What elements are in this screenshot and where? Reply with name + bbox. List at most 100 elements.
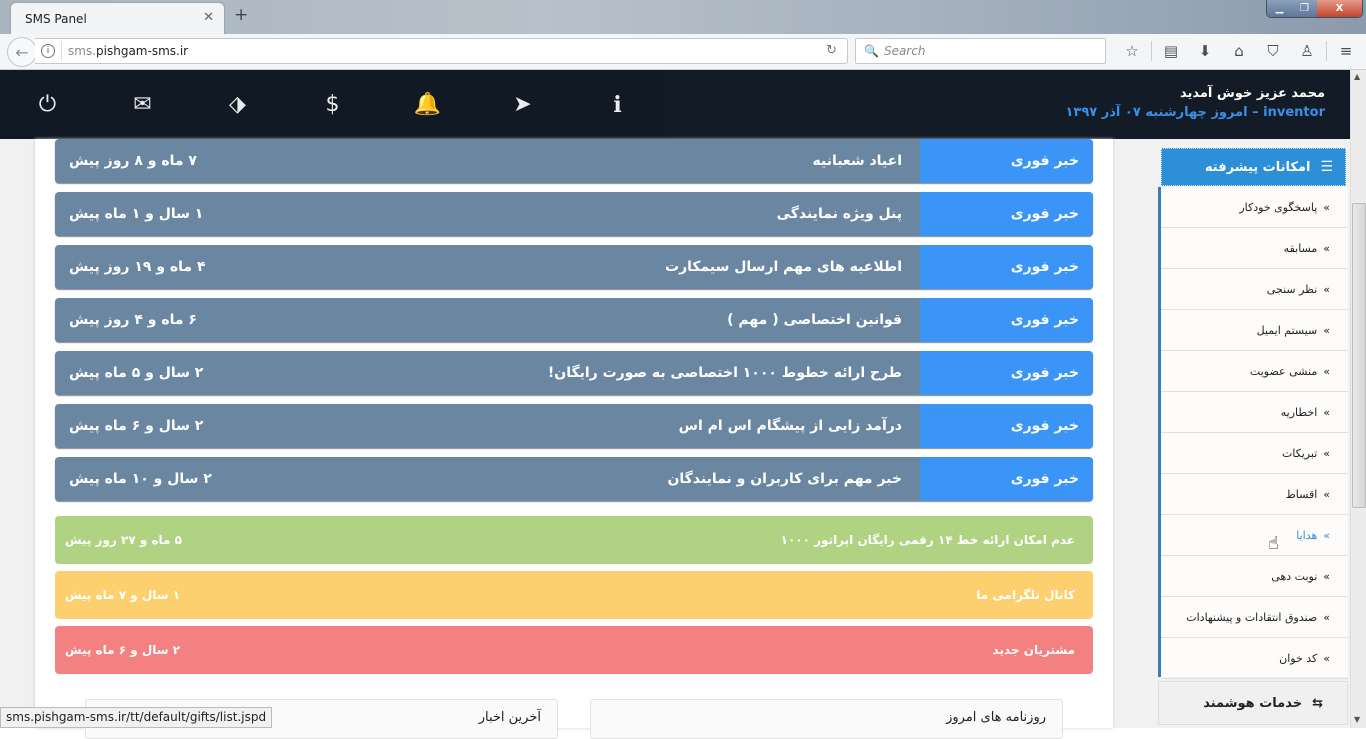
mail-icon[interactable]: ✉ — [95, 92, 190, 117]
panel-title: آخرین اخبار — [478, 710, 541, 725]
scroll-thumb[interactable] — [1352, 203, 1366, 508]
news-tag: خبر فوری — [920, 139, 1093, 183]
news-row[interactable]: خبر فوری خبر مهم برای کاربران و نمایندگا… — [55, 457, 1093, 501]
news-row[interactable]: خبر فوری قوانین اختصاصی ( مهم ) ۶ ماه و … — [55, 298, 1093, 342]
username-link[interactable]: inventor — [1263, 105, 1325, 120]
news-row[interactable]: خبر فوری پنل ویژه نمایندگی ۱ سال و ۱ ماه… — [55, 192, 1093, 236]
alert-title[interactable]: عدم امکان ارائه خط ۱۴ رقمی رایگان اپراتو… — [781, 533, 1075, 547]
sidebar-item-label: سیستم ایمیل — [1256, 323, 1318, 337]
news-row[interactable]: خبر فوری اطلاعیه های مهم ارسال سیمکارت ۴… — [55, 245, 1093, 289]
list-icon: ☰ — [1320, 159, 1333, 175]
alert-row-danger[interactable]: مشتریان جدید ۲ سال و ۶ ماه پیش — [55, 626, 1093, 674]
sidebar-item-installments[interactable]: » اقساط — [1161, 474, 1348, 515]
reading-list-icon[interactable]: ▤ — [1154, 42, 1188, 60]
info-icon[interactable]: i — [570, 92, 665, 118]
home-icon[interactable]: ⌂ — [1222, 42, 1256, 60]
minimize-button[interactable]: ▁ — [1267, 0, 1292, 17]
info-icon[interactable]: i — [41, 44, 55, 58]
news-row[interactable]: خبر فوری طرح ارائه خطوط ۱۰۰۰ اختصاصی به … — [55, 351, 1093, 395]
news-title[interactable]: پنل ویژه نمایندگی — [203, 192, 920, 236]
welcome-block: محمد عزیز خوش آمدید inventor – امروز چها… — [1066, 86, 1326, 120]
alert-title[interactable]: کانال تلگرامی ما — [976, 588, 1075, 602]
sidebar-item-auto-reply[interactable]: » پاسخگوی خودکار — [1161, 187, 1348, 228]
sidebar-item-feedback-box[interactable]: » صندوق انتقادات و پیشنهادات — [1161, 597, 1348, 638]
sidebar-item-code-reader[interactable]: » کد خوان — [1161, 638, 1348, 679]
chevron-icon: » — [1323, 446, 1330, 460]
sidebar-smart-services[interactable]: ⇆ خدمات هوشمند — [1158, 681, 1348, 725]
news-row[interactable]: خبر فوری درآمد زایی از پیشگام اس ام اس ۲… — [55, 404, 1093, 448]
alert-time: ۵ ماه و ۲۷ روز پیش — [65, 533, 182, 547]
tab-close-icon[interactable]: ✕ — [203, 10, 214, 25]
alert-row-success[interactable]: عدم امکان ارائه خط ۱۴ رقمی رایگان اپراتو… — [55, 516, 1093, 564]
chevron-icon: » — [1323, 282, 1330, 296]
browser-tab[interactable]: SMS Panel ✕ — [10, 2, 225, 34]
sidebar-item-label: صندوق انتقادات و پیشنهادات — [1186, 610, 1318, 624]
news-time: ۷ ماه و ۸ روز پیش — [69, 153, 197, 169]
news-time: ۶ ماه و ۴ روز پیش — [69, 312, 197, 328]
sidebar-item-label: هدایا — [1296, 528, 1318, 542]
scroll-up-icon[interactable]: ▲ — [1354, 72, 1360, 81]
sidebar-item-contest[interactable]: » مسابقه — [1161, 228, 1348, 269]
bell-icon[interactable]: 🔔 — [380, 92, 475, 117]
header-icon-bar: ⏻ ✉ ⬗ $ 🔔 ➤ i — [0, 70, 665, 139]
sidebar-item-warning[interactable]: » اخطاریه — [1161, 392, 1348, 433]
news-tag: خبر فوری — [920, 404, 1093, 448]
sidebar-header-label: امکانات پیشرفته — [1204, 159, 1311, 175]
chevron-icon: » — [1323, 200, 1330, 214]
hand-cursor-icon: ☝ — [1268, 533, 1279, 554]
news-row[interactable]: خبر فوری اعیاد شعبانیه ۷ ماه و ۸ روز پیش — [55, 139, 1093, 183]
restore-button[interactable]: ❐ — [1292, 0, 1317, 17]
url-bar[interactable]: i sms.pishgam-sms.ir ↻ — [35, 38, 848, 64]
pocket-icon[interactable]: ⛉ — [1256, 42, 1290, 60]
alert-time: ۱ سال و ۷ ماه پیش — [65, 588, 181, 602]
power-icon[interactable]: ⏻ — [0, 92, 95, 117]
browser-toolbar-icons: ☆ ▤ ⬇ ⌂ ⛉ ♙ ≡ — [1115, 38, 1363, 64]
reload-icon[interactable]: ↻ — [826, 43, 837, 58]
sidebar-item-label: اخطاریه — [1280, 405, 1318, 419]
sidebar-footer-label: خدمات هوشمند — [1203, 695, 1303, 711]
ticket-icon[interactable]: ⬗ — [190, 92, 285, 117]
window-close-button[interactable]: X — [1317, 0, 1362, 17]
toolbar-separator — [1151, 41, 1152, 61]
chevron-icon: » — [1323, 528, 1330, 542]
alert-title[interactable]: مشتریان جدید — [993, 643, 1075, 657]
news-title[interactable]: اعیاد شعبانیه — [197, 139, 920, 183]
chevron-icon: » — [1323, 487, 1330, 501]
news-title[interactable]: اطلاعیه های مهم ارسال سیمکارت — [206, 245, 921, 289]
sidebar-header-advanced[interactable]: ☰ امکانات پیشرفته — [1161, 148, 1346, 186]
search-input[interactable]: 🔍 Search — [855, 38, 1106, 64]
news-title[interactable]: خبر مهم برای کاربران و نمایندگان — [212, 457, 920, 501]
bookmark-star-icon[interactable]: ☆ — [1115, 42, 1149, 60]
news-time: ۲ سال و ۵ ماه پیش — [69, 365, 204, 381]
app-header: ⏻ ✉ ⬗ $ 🔔 ➤ i محمد عزیز خوش آمدید invent… — [0, 70, 1350, 139]
page-scrollbar[interactable]: ▲ ▼ — [1350, 70, 1366, 728]
main-content: خبر فوری اعیاد شعبانیه ۷ ماه و ۸ روز پیش… — [35, 139, 1113, 739]
sidebar-item-gifts[interactable]: » هدایا — [1161, 515, 1348, 556]
sidebar-item-membership-secretary[interactable]: » منشی عضویت — [1161, 351, 1348, 392]
sidebar-item-label: نظر سنجی — [1266, 282, 1318, 296]
sidebar-item-poll[interactable]: » نظر سنجی — [1161, 269, 1348, 310]
news-time: ۲ سال و ۱۰ ماه پیش — [69, 471, 212, 487]
addon-icon[interactable]: ♙ — [1290, 42, 1324, 60]
sidebar-item-email-system[interactable]: » سیستم ایمیل — [1161, 310, 1348, 351]
news-title[interactable]: درآمد زایی از پیشگام اس ام اس — [203, 404, 920, 448]
sidebar-item-appointments[interactable]: » نوبت دهی — [1161, 556, 1348, 597]
new-tab-button[interactable]: + — [234, 5, 248, 25]
scroll-down-icon[interactable]: ▼ — [1354, 715, 1360, 724]
back-button[interactable]: ← — [7, 37, 37, 67]
page-body: خبر فوری اعیاد شعبانیه ۷ ماه و ۸ روز پیش… — [0, 139, 1350, 739]
menu-icon[interactable]: ≡ — [1329, 42, 1363, 60]
news-tag: خبر فوری — [920, 298, 1093, 342]
send-icon[interactable]: ➤ — [475, 92, 570, 117]
browser-titlebar: SMS Panel ✕ + ▁ ❐ X — [0, 0, 1366, 34]
news-title[interactable]: قوانین اختصاصی ( مهم ) — [197, 298, 920, 342]
url-text[interactable]: sms.pishgam-sms.ir — [68, 44, 188, 58]
sidebar-item-label: نوبت دهی — [1271, 569, 1318, 583]
chevron-icon: » — [1323, 651, 1330, 665]
sidebar-item-congratulations[interactable]: » تبریکات — [1161, 433, 1348, 474]
dollar-icon[interactable]: $ — [285, 92, 380, 117]
download-icon[interactable]: ⬇ — [1188, 42, 1222, 60]
alert-row-warning[interactable]: کانال تلگرامی ما ۱ سال و ۷ ماه پیش — [55, 571, 1093, 619]
user-date-line: inventor – امروز چهارشنبه ۰۷ آذر ۱۳۹۷ — [1066, 105, 1326, 120]
news-title[interactable]: طرح ارائه خطوط ۱۰۰۰ اختصاصی به صورت رایگ… — [203, 351, 920, 395]
